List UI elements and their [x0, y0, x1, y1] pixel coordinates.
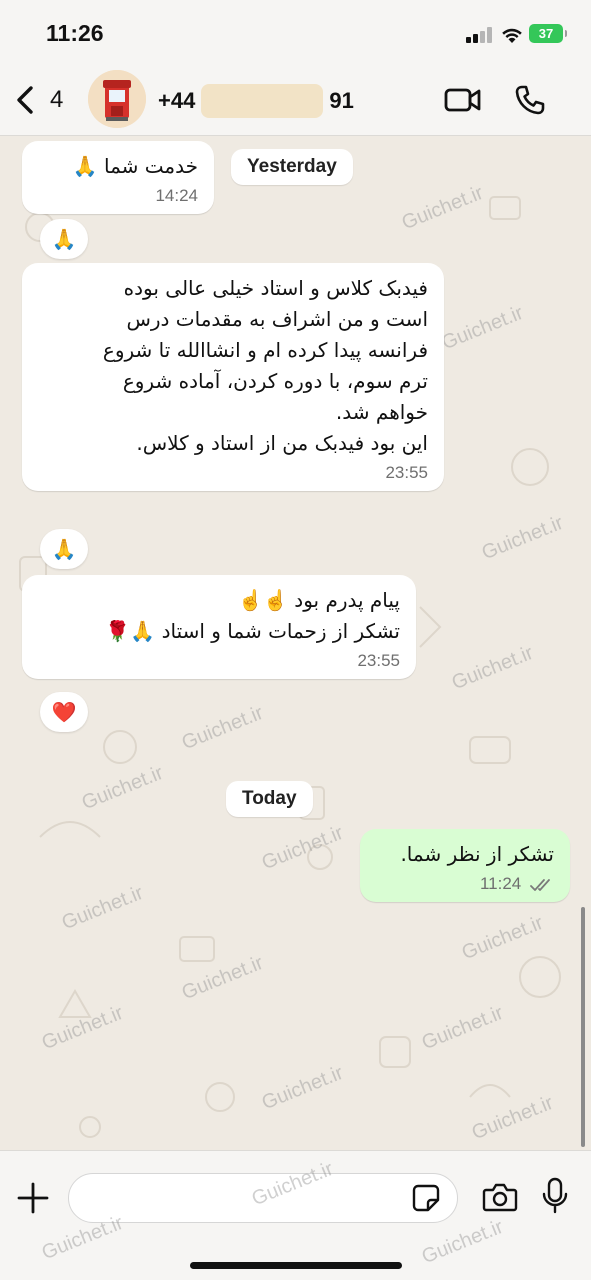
date-divider-today: Today	[226, 781, 313, 817]
kiosk-avatar-icon	[88, 70, 146, 128]
input-bar: Guichet.ir Guichet.ir Guichet.ir	[0, 1150, 591, 1280]
status-bar: 11:26 37	[0, 0, 591, 64]
contact-phone-suffix: 91	[329, 88, 354, 113]
cellular-signal-icon	[466, 27, 492, 43]
chat-area[interactable]: Guichet.ir Guichet.ir Guichet.ir Guichet…	[0, 137, 591, 1150]
wifi-icon	[502, 28, 522, 43]
camera-icon[interactable]	[482, 1181, 518, 1213]
video-call-icon[interactable]	[444, 84, 482, 116]
message-line: ترم سوم، با دوره کردن، آماده شروع	[122, 369, 428, 393]
message-line: این بود فیدبک من از استاد و کلاس.	[136, 431, 428, 455]
message-time: 23:55	[385, 463, 428, 482]
message-reaction[interactable]: 🙏	[40, 529, 88, 569]
message-time-row: 11:24	[376, 874, 554, 894]
double-check-read-icon	[530, 878, 550, 891]
incoming-message[interactable]: پیام پدرم بود ☝️☝️ تشکر از زحمات شما و ا…	[22, 575, 416, 679]
battery-indicator: 37	[529, 24, 567, 43]
chat-header: 4 +44 91	[0, 64, 591, 136]
date-divider-yesterday: Yesterday	[231, 149, 353, 185]
message-text: خدمت شما 🙏	[72, 154, 198, 178]
watermark: Guichet.ir	[418, 1215, 507, 1269]
message-line: تشکر از زحمات شما و استاد 🙏🌹	[105, 619, 400, 643]
contact-avatar[interactable]	[88, 70, 146, 128]
message-reaction[interactable]: ❤️	[40, 692, 88, 732]
contact-phone-prefix: +44	[158, 88, 196, 113]
back-button[interactable]: 4	[14, 80, 74, 120]
incoming-message[interactable]: فیدبک کلاس و استاد خیلی عالی بوده است و …	[22, 263, 444, 491]
scrollbar[interactable]	[581, 907, 585, 1147]
status-time: 11:26	[46, 20, 104, 46]
message-line: خواهم شد.	[335, 400, 428, 424]
message-time: 14:24	[155, 186, 198, 205]
message-line: فرانسه پیدا کرده ام و انشاالله تا شروع	[102, 338, 428, 362]
microphone-icon[interactable]	[542, 1177, 568, 1215]
message-line: فیدبک کلاس و استاد خیلی عالی بوده	[123, 276, 428, 300]
message-reaction[interactable]: 🙏	[40, 219, 88, 259]
message-line: پیام پدرم بود ☝️☝️	[238, 588, 400, 612]
chevron-left-icon	[17, 86, 33, 114]
message-time: 23:55	[357, 651, 400, 670]
unread-count: 4	[50, 86, 64, 113]
outgoing-message[interactable]: تشکر از نظر شما. 11:24	[360, 829, 570, 902]
message-text: تشکر از نظر شما.	[400, 842, 554, 866]
phone-icon[interactable]	[514, 84, 546, 116]
contact-name[interactable]: +44 91	[158, 84, 354, 118]
redacted-number	[201, 84, 324, 118]
sticker-icon[interactable]	[412, 1184, 440, 1212]
home-indicator[interactable]	[190, 1262, 402, 1269]
plus-icon[interactable]	[16, 1181, 50, 1215]
message-line: است و من اشراف به مقدمات درس	[126, 307, 428, 331]
message-time: 11:24	[479, 874, 522, 893]
incoming-message[interactable]: خدمت شما 🙏 14:24	[22, 141, 214, 214]
